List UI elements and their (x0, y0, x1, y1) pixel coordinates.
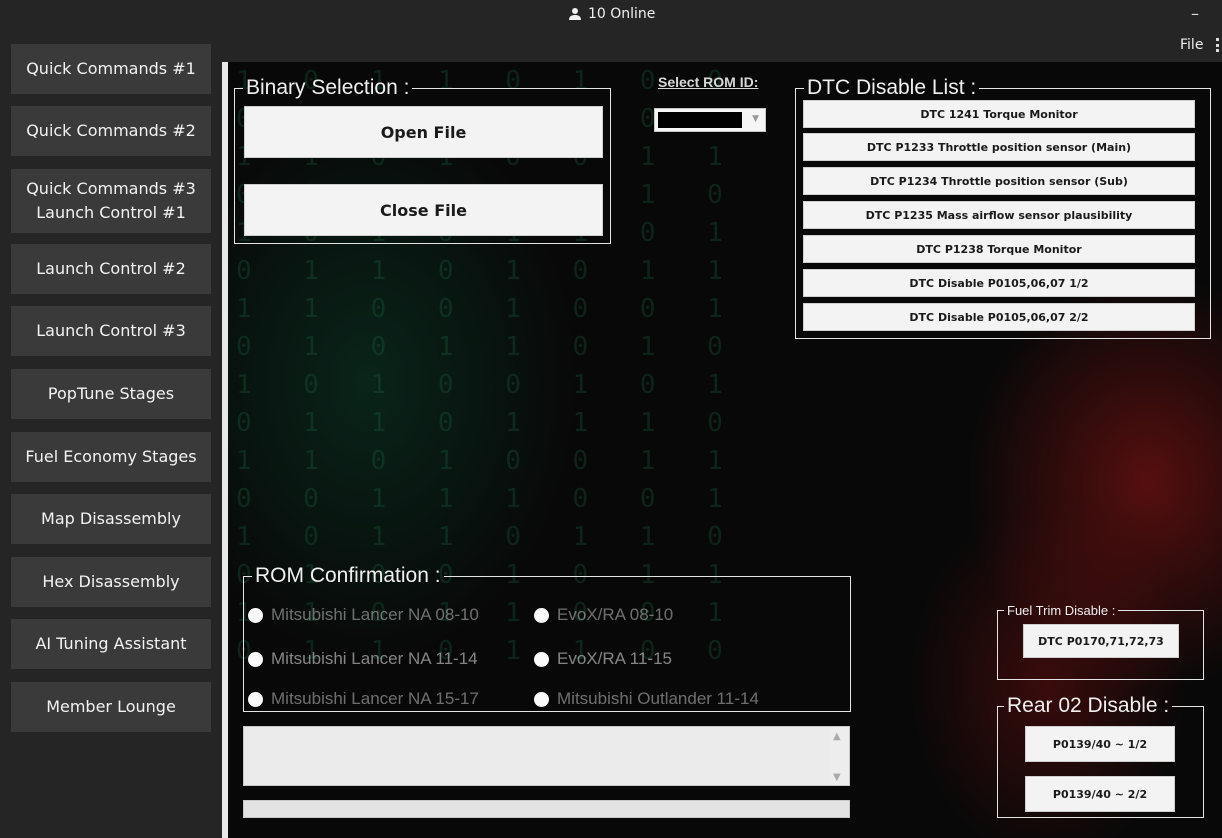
sidebar-item-ai-tuning-assistant[interactable]: AI Tuning Assistant (11, 619, 211, 669)
sidebar-item-launch-control-3[interactable]: Launch Control #3 (11, 306, 211, 356)
dtc-p1238-button[interactable]: DTC P1238 Torque Monitor (803, 235, 1195, 263)
fuel-trim-disable-title: Fuel Trim Disable : (1007, 603, 1116, 618)
chevron-down-icon: ▼ (752, 114, 759, 124)
scroll-up-icon[interactable]: ▲ (833, 731, 841, 742)
radio-lancer-na-08-10[interactable]: Mitsubishi Lancer NA 08-10 (248, 605, 479, 625)
radio-lancer-na-11-14[interactable]: Mitsubishi Lancer NA 11-14 (248, 649, 478, 669)
rom-confirmation-title: ROM Confirmation : (255, 564, 441, 587)
fuel-trim-p0170-button[interactable]: DTC P0170,71,72,73 (1023, 624, 1179, 658)
more-options-icon[interactable] (1216, 38, 1220, 52)
main-panel: 1 0 1 1 0 1 0 0 0 1 0 0 1 1 0 1 1 1 0 1 … (222, 62, 1222, 838)
log-textarea[interactable]: ▲ ▼ (243, 726, 850, 786)
select-rom-id-label: Select ROM ID: (658, 74, 759, 90)
dtc-p1234-button[interactable]: DTC P1234 Throttle position sensor (Sub) (803, 167, 1195, 195)
sidebar-item-launch-control-2[interactable]: Launch Control #2 (11, 244, 211, 294)
dtc-p0105-part2-button[interactable]: DTC Disable P0105,06,07 2/2 (803, 303, 1195, 331)
dtc-p1233-button[interactable]: DTC P1233 Throttle position sensor (Main… (803, 133, 1195, 161)
radio-outlander-11-14[interactable]: Mitsubishi Outlander 11-14 (534, 689, 759, 709)
sidebar-item-quick-commands-1[interactable]: Quick Commands #1 (11, 44, 211, 94)
log-scrollbar[interactable]: ▲ ▼ (829, 727, 849, 785)
sidebar-item-quick-commands-2[interactable]: Quick Commands #2 (11, 106, 211, 156)
radio-lancer-na-15-17[interactable]: Mitsubishi Lancer NA 15-17 (248, 689, 479, 709)
dtc-p1235-button[interactable]: DTC P1235 Mass airflow sensor plausibili… (803, 201, 1195, 229)
rear-o2-disable-title: Rear 02 Disable : (1007, 694, 1170, 717)
radio-button[interactable] (248, 691, 263, 707)
sidebar-item-poptune-stages[interactable]: PopTune Stages (11, 369, 211, 419)
radio-button[interactable] (534, 607, 549, 623)
radio-evox-08-10[interactable]: EvoX/RA 08-10 (534, 605, 673, 625)
open-file-button[interactable]: Open File (244, 106, 603, 158)
sidebar-item-hex-disassembly[interactable]: Hex Disassembly (11, 557, 211, 607)
dtc-1241-button[interactable]: DTC 1241 Torque Monitor (803, 100, 1195, 128)
radio-label: Mitsubishi Lancer NA 15-17 (271, 689, 479, 708)
rom-id-dropdown[interactable]: ▼ (654, 108, 766, 132)
online-count: 10 Online (588, 6, 656, 22)
rom-id-value (658, 112, 742, 128)
rear-o2-part2-button[interactable]: P0139/40 ~ 2/2 (1025, 776, 1175, 812)
radio-evox-11-15[interactable]: EvoX/RA 11-15 (534, 649, 672, 669)
scroll-down-icon[interactable]: ▼ (833, 772, 841, 783)
radio-label: EvoX/RA 08-10 (557, 605, 674, 624)
user-icon (569, 8, 581, 20)
radio-label: EvoX/RA 11-15 (557, 649, 672, 668)
minimize-button[interactable]: – (1191, 4, 1199, 23)
radio-button[interactable] (534, 691, 549, 707)
radio-button[interactable] (248, 651, 263, 667)
dtc-disable-title: DTC Disable List : (807, 76, 977, 99)
sidebar: Quick Commands #1 Quick Commands #2 Quic… (0, 40, 222, 838)
radio-label: Mitsubishi Lancer NA 11-14 (271, 649, 478, 668)
rear-o2-part1-button[interactable]: P0139/40 ~ 1/2 (1025, 726, 1175, 762)
sidebar-item-member-lounge[interactable]: Member Lounge (11, 682, 211, 732)
file-menu[interactable]: File (1180, 37, 1203, 53)
online-indicator: 10 Online (568, 6, 655, 22)
close-file-button[interactable]: Close File (244, 184, 603, 236)
sidebar-item-fuel-economy-stages[interactable]: Fuel Economy Stages (11, 432, 211, 482)
radio-button[interactable] (534, 651, 549, 667)
progress-bar (243, 800, 850, 818)
radio-label: Mitsubishi Outlander 11-14 (557, 689, 759, 708)
sidebar-item-quick-commands-3[interactable]: Quick Commands #3 Launch Control #1 (11, 169, 211, 233)
sidebar-item-map-disassembly[interactable]: Map Disassembly (11, 494, 211, 544)
radio-button[interactable] (248, 607, 263, 623)
dtc-p0105-part1-button[interactable]: DTC Disable P0105,06,07 1/2 (803, 269, 1195, 297)
radio-label: Mitsubishi Lancer NA 08-10 (271, 605, 479, 624)
binary-selection-title: Binary Selection : (246, 76, 410, 99)
